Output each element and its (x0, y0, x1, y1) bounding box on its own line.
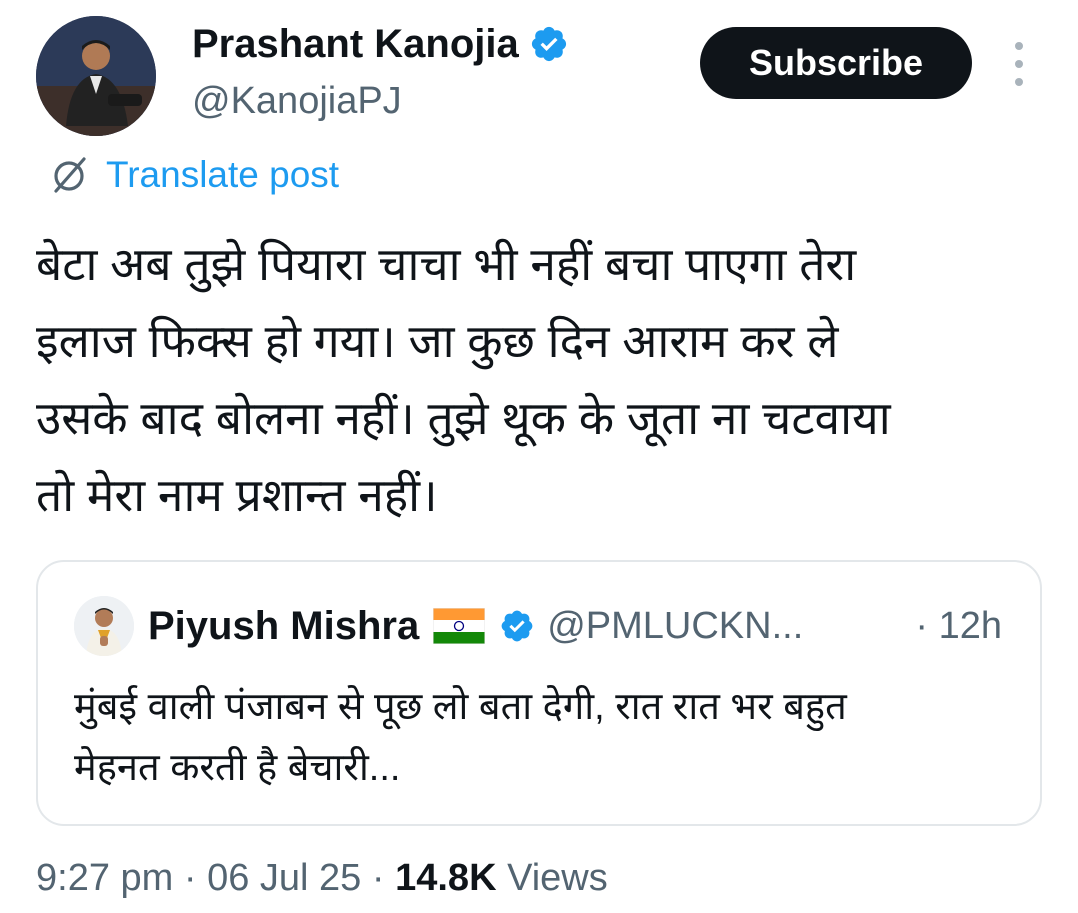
post-line: इलाज फिक्स हो गया। जा कुछ दिन आराम कर ले (36, 315, 839, 367)
quoted-author-name[interactable]: Piyush Mishra (148, 602, 419, 650)
post-line: तो मेरा नाम प्रशान्त नहीं। (36, 469, 438, 521)
post-line: बेटा अब तुझे पियारा चाचा भी नहीं बचा पाए… (36, 238, 857, 290)
post-date[interactable]: 06 Jul 25 (207, 857, 361, 899)
quoted-timestamp[interactable]: · 12h (915, 602, 1002, 650)
meta-separator: · (173, 857, 208, 899)
translate-post-link[interactable]: Translate post (48, 153, 339, 197)
meta-separator: · (361, 857, 396, 899)
india-flag-icon (433, 608, 486, 644)
quoted-post-card[interactable]: Piyush Mishra @PMLUCKN... · 12h मुंबई वा… (36, 560, 1042, 826)
author-name[interactable]: Prashant Kanojia (192, 20, 519, 68)
quoted-author-avatar[interactable] (74, 596, 134, 656)
verified-badge-icon (531, 26, 566, 62)
author-handle[interactable]: @KanojiaPJ (192, 78, 402, 124)
views-count[interactable]: 14.8K (395, 857, 496, 899)
post-meta: 9:27 pm · 06 Jul 25 · 14.8K Views (36, 855, 608, 901)
post-text: बेटा अब तुझे पियारा चाचा भी नहीं बचा पाए… (36, 226, 1046, 534)
subscribe-button[interactable]: Subscribe (700, 27, 972, 99)
quoted-line: मुंबई वाली पंजाबन से पूछ लो बता देगी, रा… (74, 686, 847, 728)
quoted-header: Piyush Mishra @PMLUCKN... (148, 602, 803, 650)
more-options-icon[interactable] (1004, 42, 1034, 86)
views-label: Views (496, 857, 608, 899)
post-line: उसके बाद बोलना नहीं। तुझे थूक के जूता ना… (36, 392, 891, 444)
quoted-line: मेहनत करती है बेचारी... (74, 747, 401, 789)
verified-badge-icon (501, 610, 533, 642)
translate-icon (54, 157, 86, 193)
quoted-author-handle[interactable]: @PMLUCKN... (547, 602, 803, 650)
author-avatar[interactable] (36, 16, 156, 136)
post-time[interactable]: 9:27 pm (36, 857, 173, 899)
quoted-post-text: मुंबई वाली पंजाबन से पूछ लो बता देगी, रा… (74, 677, 1014, 799)
translate-post-label: Translate post (106, 154, 340, 195)
author-name-row: Prashant Kanojia (192, 20, 569, 68)
